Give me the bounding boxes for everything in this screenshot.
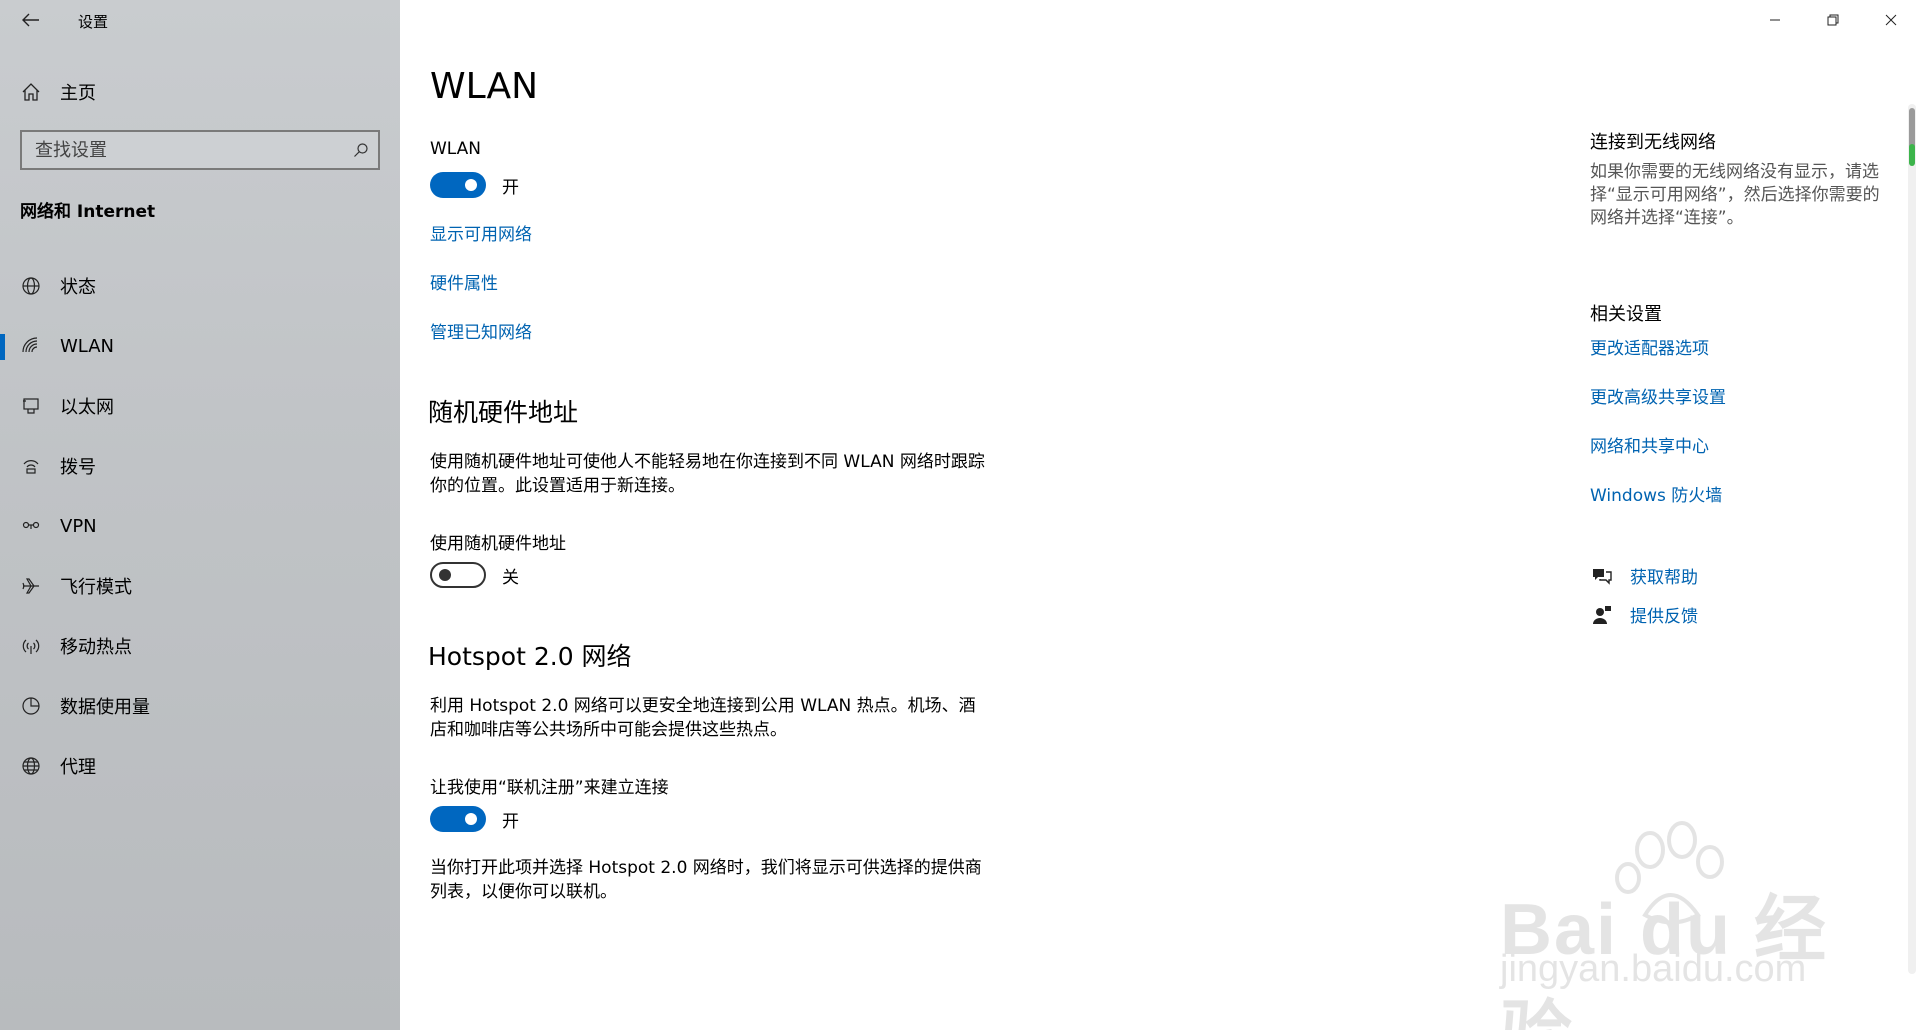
wlan-toggle[interactable] [430,172,486,198]
back-arrow-icon [22,13,39,27]
sidebar-item-label: 拨号 [60,457,96,478]
help-chat-icon [1590,564,1614,588]
airplane-icon [19,574,43,598]
vpn-icon [19,514,43,538]
show-available-networks-link[interactable]: 显示可用网络 [430,220,532,245]
sidebar-item-status[interactable]: 状态 [0,256,400,316]
sidebar-section-title: 网络和 Internet [20,202,156,222]
sidebar-item-data-usage[interactable]: 数据使用量 [0,676,400,736]
scrollbar[interactable] [1908,104,1916,974]
wlan-toggle-row: 开 [430,172,519,198]
close-button[interactable] [1862,0,1920,40]
sidebar-nav: 状态 WLAN 以太网 拨号 VPN 飞行模式 移动热点 数据使用量 代理 [0,256,400,796]
sidebar-item-label: 移动热点 [60,637,132,658]
hotspot-description: 利用 Hotspot 2.0 网络可以更安全地连接到公用 WLAN 热点。机场、… [430,696,976,740]
sidebar-item-dialup[interactable]: 拨号 [0,436,400,496]
main-content: WLAN WLAN 开 显示可用网络 硬件属性 管理已知网络 随机硬件地址 使用… [400,0,1920,1030]
wlan-toggle-state: 开 [502,177,519,198]
sidebar-item-label: 代理 [60,757,96,778]
wlan-label: WLAN [430,139,482,159]
toggle-knob [439,569,451,581]
home-icon [19,80,43,104]
sidebar-item-ethernet[interactable]: 以太网 [0,376,400,436]
windows-firewall-link[interactable]: Windows 防火墙 [1590,481,1722,506]
sidebar: 设置 主页 网络和 Internet 状态 [0,0,400,1030]
give-feedback-label: 提供反馈 [1630,607,1698,627]
search-box [20,130,380,170]
random-hw-description: 使用随机硬件地址可使他人不能轻易地在你连接到不同 WLAN 网络时跟踪你的位置。… [430,452,985,496]
sidebar-item-label: 状态 [60,277,96,298]
hotspot-title: Hotspot 2.0 网络 [428,642,632,671]
related-settings-title: 相关设置 [1590,304,1662,325]
minimize-icon [1770,19,1780,21]
sidebar-item-hotspot[interactable]: 移动热点 [0,616,400,676]
sidebar-item-label: WLAN [60,335,115,357]
back-button[interactable] [14,4,48,36]
random-hw-toggle-row: 关 [430,562,519,588]
baidu-watermark: Bai du 经验 jingyan.baidu.com [1460,820,1860,1030]
close-icon [1885,14,1897,26]
hotspot-toggle-row: 开 [430,806,519,832]
restore-icon [1827,14,1839,26]
feedback-person-icon [1590,603,1614,627]
ethernet-icon [19,394,43,418]
sidebar-item-label: VPN [60,515,97,537]
random-hw-toggle-label: 使用随机硬件地址 [430,534,566,554]
manage-known-networks-link[interactable]: 管理已知网络 [430,318,532,343]
proxy-globe-icon [19,754,43,778]
hardware-properties-link[interactable]: 硬件属性 [430,269,498,294]
advanced-sharing-link[interactable]: 更改高级共享设置 [1590,383,1726,408]
network-sharing-center-link[interactable]: 网络和共享中心 [1590,432,1709,457]
hotspot-note: 当你打开此项并选择 Hotspot 2.0 网络时，我们将显示可供选择的提供商列… [430,858,982,902]
watermark-url: jingyan.baidu.com [1500,948,1807,990]
hotspot-icon [19,634,43,658]
minimize-button[interactable] [1746,0,1804,40]
sidebar-item-label: 飞行模式 [60,577,132,598]
hotspot-toggle-label: 让我使用“联机注册”来建立连接 [430,778,669,798]
adapter-options-link[interactable]: 更改适配器选项 [1590,334,1709,359]
data-usage-icon [19,694,43,718]
app-title: 设置 [78,13,109,31]
sidebar-item-home[interactable]: 主页 [0,72,400,112]
globe-status-icon [19,274,43,298]
give-feedback-link[interactable]: 提供反馈 [1590,602,1698,627]
sidebar-item-vpn[interactable]: VPN [0,496,400,556]
search-icon[interactable] [344,133,378,167]
connect-wireless-title: 连接到无线网络 [1590,132,1716,153]
hotspot-toggle[interactable] [430,806,486,832]
window-controls [1746,0,1920,40]
sidebar-item-label: 主页 [60,83,96,104]
wifi-icon [19,334,43,358]
sidebar-item-label: 以太网 [60,397,114,418]
page-title: WLAN [430,66,539,107]
dialup-icon [19,454,43,478]
scrollbar-accent [1909,144,1915,166]
toggle-knob [465,179,477,191]
connect-wireless-text: 如果你需要的无线网络没有显示，请选择“显示可用网络”，然后选择你需要的网络并选择… [1590,162,1880,228]
random-hw-toggle-state: 关 [502,567,519,588]
sidebar-item-proxy[interactable]: 代理 [0,736,400,796]
search-input[interactable] [22,132,344,168]
random-hw-toggle[interactable] [430,562,486,588]
restore-button[interactable] [1804,0,1862,40]
settings-window: 设置 主页 网络和 Internet 状态 [0,0,1920,1030]
get-help-label: 获取帮助 [1630,568,1698,588]
sidebar-item-wlan[interactable]: WLAN [0,316,400,376]
toggle-knob [465,813,477,825]
sidebar-item-label: 数据使用量 [60,697,150,718]
random-hw-title: 随机硬件地址 [428,398,579,427]
get-help-link[interactable]: 获取帮助 [1590,563,1698,588]
hotspot-toggle-state: 开 [502,811,519,832]
sidebar-item-airplane[interactable]: 飞行模式 [0,556,400,616]
